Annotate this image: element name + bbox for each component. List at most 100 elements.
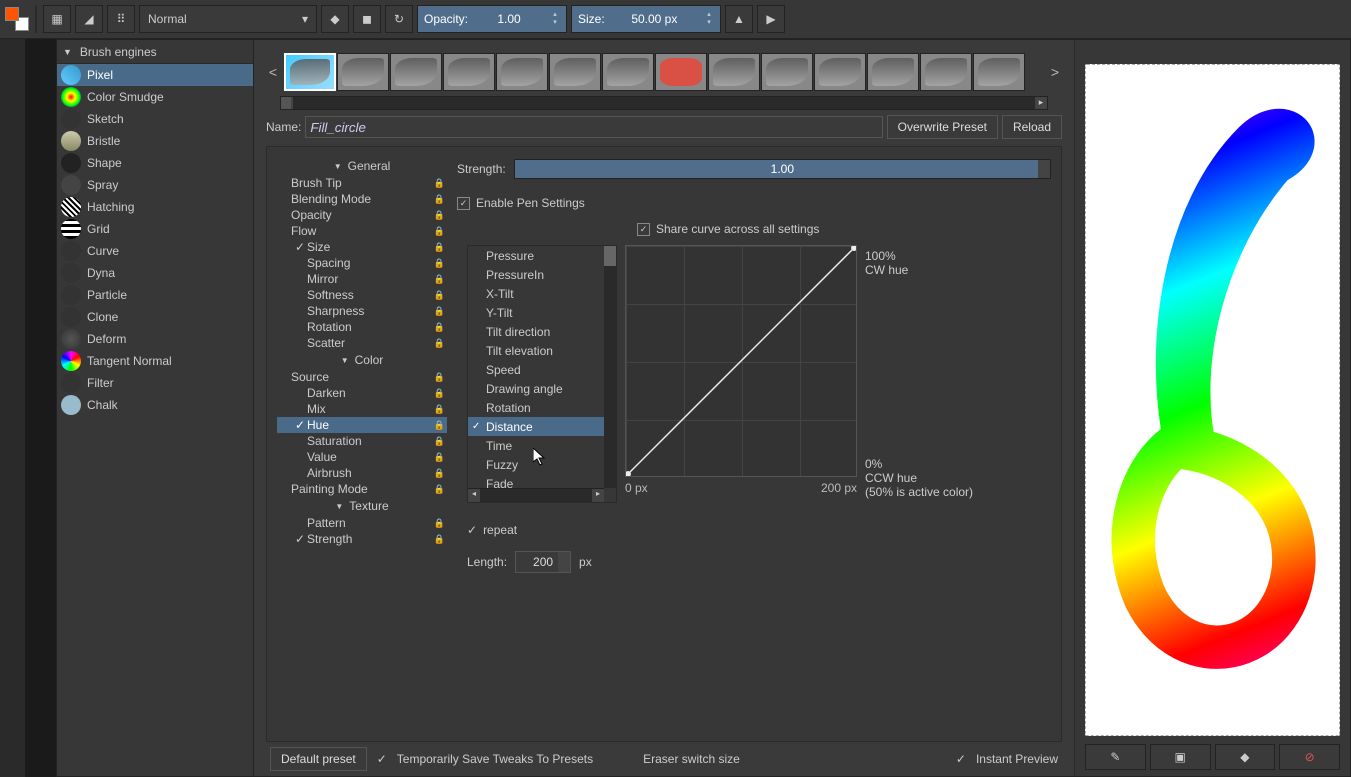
preset-thumb[interactable] [761,53,813,91]
engine-item[interactable]: Hatching [57,196,253,218]
engine-item[interactable]: Bristle [57,130,253,152]
opacity-spinner[interactable]: ▴▾ [550,11,560,27]
pattern-button[interactable]: ▦ [43,5,71,33]
option-item[interactable]: Darken🔒 [277,385,447,401]
engine-item[interactable]: Tangent Normal [57,350,253,372]
sensor-item[interactable]: X-Tilt [468,284,616,303]
preset-thumb[interactable] [496,53,548,91]
alpha-lock-toggle[interactable]: ◼ [353,5,381,33]
engine-item[interactable]: Spray [57,174,253,196]
option-item[interactable]: Pattern🔒 [277,515,447,531]
option-item[interactable]: Value🔒 [277,449,447,465]
strength-slider[interactable]: 1.00 [514,159,1051,179]
preset-thumb[interactable] [867,53,919,91]
brush-engines-header[interactable]: ▼ Brush engines [57,40,253,64]
option-item[interactable]: Scatter🔒 [277,335,447,351]
option-item[interactable]: Opacity🔒 [277,207,447,223]
preview-gradient-button[interactable]: ▣ [1150,744,1211,770]
preset-scroll-left[interactable]: < [266,64,280,80]
preview-brush-button[interactable]: ✎ [1085,744,1146,770]
enable-pen-checkbox[interactable]: ✓ [457,197,470,210]
preset-thumb[interactable] [390,53,442,91]
option-item[interactable]: ✓Strength🔒 [277,531,447,547]
sensor-item[interactable]: Tilt direction [468,322,616,341]
preset-thumb[interactable] [973,53,1025,91]
option-item[interactable]: Mix🔒 [277,401,447,417]
engine-item[interactable]: Color Smudge [57,86,253,108]
option-item[interactable]: Sharpness🔒 [277,303,447,319]
sensor-item[interactable]: Pressure [468,246,616,265]
preset-thumb[interactable] [920,53,972,91]
engine-item[interactable]: Deform [57,328,253,350]
default-preset-button[interactable]: Default preset [270,747,367,771]
preview-fill-button[interactable]: ◆ [1215,744,1276,770]
options-section-texture[interactable]: ▼Texture [277,497,447,515]
preset-thumb[interactable] [708,53,760,91]
mirror-v-button[interactable]: ▶ [757,5,785,33]
engine-item[interactable]: Filter [57,372,253,394]
option-item[interactable]: Softness🔒 [277,287,447,303]
preset-scroll-right[interactable]: > [1048,64,1062,80]
engine-item[interactable]: Sketch [57,108,253,130]
option-item[interactable]: Blending Mode🔒 [277,191,447,207]
preset-thumb[interactable] [602,53,654,91]
engine-item[interactable]: Dyna [57,262,253,284]
scroll-right-icon[interactable]: ▸ [1035,97,1047,109]
reload-button[interactable]: Reload [1002,115,1062,139]
eraser-toggle[interactable]: ◆ [321,5,349,33]
preset-scrollbar[interactable]: ◂ ▸ [280,96,1048,110]
repeat-checkbox[interactable]: ✓ [467,523,477,537]
brush-preset-button[interactable]: ◢ [75,5,103,33]
sensor-item[interactable]: Drawing angle [468,379,616,398]
preset-thumb[interactable] [655,53,707,91]
mirror-h-button[interactable]: ▲ [725,5,753,33]
sensor-item[interactable]: Speed [468,360,616,379]
size-spinner[interactable]: ▴▾ [704,11,714,27]
option-item[interactable]: Rotation🔒 [277,319,447,335]
engine-item[interactable]: Curve [57,240,253,262]
overwrite-preset-button[interactable]: Overwrite Preset [887,115,998,139]
preset-thumb[interactable] [443,53,495,91]
sensor-item[interactable]: Y-Tilt [468,303,616,322]
preset-thumb[interactable] [284,53,336,91]
option-item[interactable]: Source🔒 [277,369,447,385]
sensor-item[interactable]: PressureIn [468,265,616,284]
sensor-vscroll[interactable] [604,246,616,488]
preset-name-input[interactable] [305,116,882,138]
engine-item[interactable]: Pixel [57,64,253,86]
option-item[interactable]: Mirror🔒 [277,271,447,287]
engine-item[interactable]: Chalk [57,394,253,416]
engine-item[interactable]: Particle [57,284,253,306]
options-section-general[interactable]: ▼General [277,157,447,175]
opacity-field[interactable]: Opacity: 1.00 ▴▾ [417,5,567,33]
sensor-item[interactable]: Rotation [468,398,616,417]
option-item[interactable]: ✓Size🔒 [277,239,447,255]
sensor-item[interactable]: Time [468,436,616,455]
option-item[interactable]: Flow🔒 [277,223,447,239]
preset-thumb[interactable] [337,53,389,91]
share-curve-checkbox[interactable]: ✓ [637,223,650,236]
color-swatch[interactable] [5,7,29,31]
reload-preset-button[interactable]: ↻ [385,5,413,33]
engine-item[interactable]: Shape [57,152,253,174]
sensor-hscroll[interactable]: ◂▸ [468,488,604,502]
engine-item[interactable]: Clone [57,306,253,328]
brush-editor-button[interactable]: ⠿ [107,5,135,33]
option-item[interactable]: ✓Hue🔒 [277,417,447,433]
instant-preview-checkbox[interactable]: ✓ [956,752,966,766]
option-item[interactable]: Airbrush🔒 [277,465,447,481]
blend-mode-dropdown[interactable]: Normal ▾ [139,5,317,33]
options-section-color[interactable]: ▼Color [277,351,447,369]
preview-clear-button[interactable]: ⊘ [1279,744,1340,770]
option-item[interactable]: Brush Tip🔒 [277,175,447,191]
preset-thumb[interactable] [814,53,866,91]
preset-thumb[interactable] [549,53,601,91]
size-field[interactable]: Size: 50.00 px ▴▾ [571,5,721,33]
sensor-item[interactable]: Fuzzy [468,455,616,474]
option-item[interactable]: Painting Mode🔒 [277,481,447,497]
option-item[interactable]: Saturation🔒 [277,433,447,449]
engine-item[interactable]: Grid [57,218,253,240]
temp-save-checkbox[interactable]: ✓ [377,752,387,766]
scratchpad-canvas[interactable] [1085,64,1340,736]
length-input[interactable]: 200 [515,551,571,573]
